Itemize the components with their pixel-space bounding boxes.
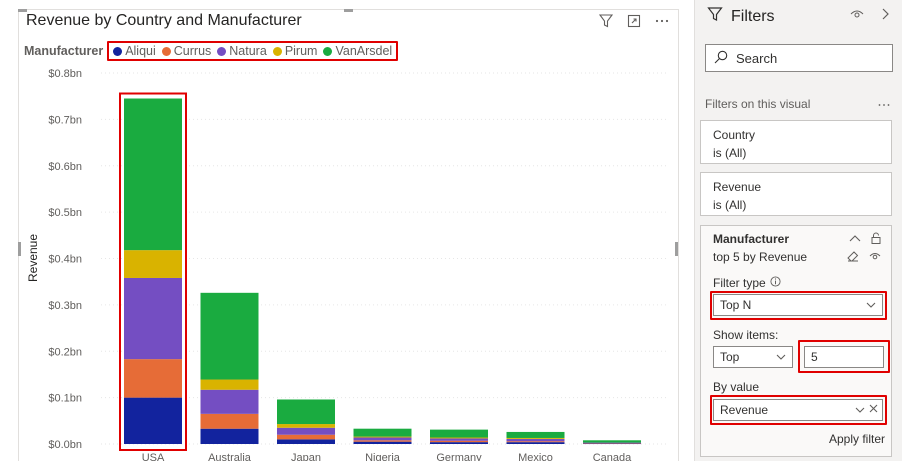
collapse-pane-chevron-right-icon[interactable] xyxy=(880,8,890,23)
filter-card-actions-secondary xyxy=(847,250,881,265)
bar-segment-vanarsdel-japan xyxy=(277,399,335,425)
lock-icon[interactable] xyxy=(871,232,881,247)
y-tick-label: $0.1bn xyxy=(48,393,82,405)
bar-segment-natura-germany xyxy=(430,438,488,441)
bar-segment-natura-nigeria xyxy=(353,437,412,441)
x-tick-label: Nigeria xyxy=(365,452,401,461)
bar-segment-currus-mexico xyxy=(506,441,565,443)
bar-segment-pirum-japan xyxy=(277,424,335,428)
filter-type-label-text: Filter type xyxy=(713,276,766,290)
filter-card-field: Manufacturer xyxy=(713,232,790,246)
filter-card-field: Revenue xyxy=(713,180,762,194)
bar-segment-natura-mexico xyxy=(506,438,565,442)
y-axis-title: Revenue xyxy=(26,234,40,282)
y-tick-label: $0.0bn xyxy=(48,439,82,451)
by-value-field-well[interactable]: Revenue xyxy=(713,399,883,421)
bar-segment-natura-japan xyxy=(277,427,335,435)
field-well-actions xyxy=(855,404,878,416)
filter-card-state: is (All) xyxy=(713,146,747,160)
apply-filter-button[interactable]: Apply filter xyxy=(829,432,885,446)
bar-segment-currus-canada xyxy=(583,443,641,444)
show-items-label: Show items: xyxy=(713,328,779,342)
bar-segment-vanarsdel-germany xyxy=(430,429,488,438)
more-options-icon[interactable] xyxy=(878,95,890,110)
chevron-down-icon[interactable] xyxy=(855,404,865,416)
bar-segment-currus-australia xyxy=(200,413,259,429)
y-tick-label: $0.2bn xyxy=(48,346,82,358)
filter-icon xyxy=(707,6,723,27)
filter-card-actions xyxy=(849,232,881,247)
bar-segment-aliqui-japan xyxy=(277,439,335,444)
bar-segment-currus-japan xyxy=(277,434,335,440)
bar-segment-vanarsdel-nigeria xyxy=(353,428,412,437)
x-tick-label: Japan xyxy=(291,452,321,461)
bar-segment-pirum-nigeria xyxy=(353,436,412,438)
filters-pane: Filters Search Filters on this visual Co… xyxy=(694,0,902,461)
bar-segment-vanarsdel-australia xyxy=(200,292,259,380)
show-items-count-value: 5 xyxy=(811,350,818,364)
y-tick-label: $0.6bn xyxy=(48,161,82,173)
show-items-direction-value: Top xyxy=(720,350,740,364)
by-value-label: By value xyxy=(713,380,760,394)
filters-search-input[interactable]: Search xyxy=(705,44,893,72)
bar-segment-aliqui-australia xyxy=(200,428,259,444)
y-tick-label: $0.8bn xyxy=(48,68,82,80)
search-placeholder: Search xyxy=(736,50,778,66)
filter-type-label: Filter type xyxy=(713,276,781,290)
y-tick-label: $0.5bn xyxy=(48,207,82,219)
x-tick-label: Germany xyxy=(436,452,482,461)
y-tick-label: $0.7bn xyxy=(48,114,82,126)
filter-card-state: is (All) xyxy=(713,198,747,212)
filter-card-manufacturer: Manufacturer top 5 by Revenue Filter typ… xyxy=(700,225,892,457)
show-items-direction-dropdown[interactable]: Top xyxy=(713,346,793,368)
bar-segment-pirum-australia xyxy=(200,379,259,390)
chevron-down-icon xyxy=(866,299,876,311)
bar-segment-vanarsdel-mexico xyxy=(506,431,565,438)
bar-segment-aliqui-usa xyxy=(124,397,182,444)
filters-header-actions xyxy=(850,8,890,23)
filter-card-country[interactable]: Country is (All) xyxy=(700,120,892,164)
bar-segment-pirum-usa xyxy=(124,250,182,278)
bar-segment-pirum-mexico xyxy=(506,437,565,439)
bar-segment-aliqui-germany xyxy=(430,442,488,444)
y-tick-label: $0.4bn xyxy=(48,254,82,266)
chart-visual[interactable]: Revenue by Country and Manufacturer Manu… xyxy=(18,9,679,461)
stacked-column-chart: $0.0bn $0.1bn $0.2bn $0.3bn $0.4bn $0.5bn $0.6… xyxy=(26,68,669,461)
filter-card-revenue[interactable]: Revenue is (All) xyxy=(700,172,892,216)
eye-icon[interactable] xyxy=(869,250,881,265)
x-tick-label: USA xyxy=(142,452,165,461)
chevron-up-icon[interactable] xyxy=(849,232,861,247)
bar-segment-natura-australia xyxy=(200,389,259,414)
bar-segment-natura-usa xyxy=(124,277,182,360)
eye-icon[interactable] xyxy=(850,8,864,23)
bar-segment-aliqui-mexico xyxy=(506,442,565,444)
filters-title: Filters xyxy=(731,7,775,25)
info-icon[interactable] xyxy=(770,276,781,290)
search-icon xyxy=(714,50,728,67)
bar-segment-aliqui-canada xyxy=(583,443,641,445)
bar-segment-currus-usa xyxy=(124,359,182,398)
section-label: Filters on this visual xyxy=(705,97,811,111)
y-tick-label: $0.3bn xyxy=(48,300,82,312)
bar-segment-vanarsdel-canada xyxy=(583,440,641,443)
bar-segment-currus-germany xyxy=(430,440,488,443)
close-icon[interactable] xyxy=(869,404,878,416)
eraser-icon[interactable] xyxy=(847,250,859,265)
x-tick-label: Mexico xyxy=(518,452,553,461)
show-items-count-input[interactable]: 5 xyxy=(804,346,884,368)
bar-segment-pirum-germany xyxy=(430,437,488,439)
by-value-field: Revenue xyxy=(720,403,769,417)
x-tick-label: Australia xyxy=(208,452,252,461)
bar-segment-aliqui-nigeria xyxy=(353,441,412,444)
filter-card-summary: top 5 by Revenue xyxy=(713,250,808,264)
filter-card-field: Country xyxy=(713,128,756,142)
filter-type-dropdown[interactable]: Top N xyxy=(713,294,883,316)
bar-segment-natura-canada xyxy=(583,442,641,444)
filter-type-value: Top N xyxy=(720,298,752,312)
x-tick-label: Canada xyxy=(593,452,632,461)
bar-segment-vanarsdel-usa xyxy=(124,98,182,251)
chevron-down-icon xyxy=(776,351,786,363)
bar-segment-currus-nigeria xyxy=(353,440,412,442)
filters-header: Filters xyxy=(707,6,775,27)
